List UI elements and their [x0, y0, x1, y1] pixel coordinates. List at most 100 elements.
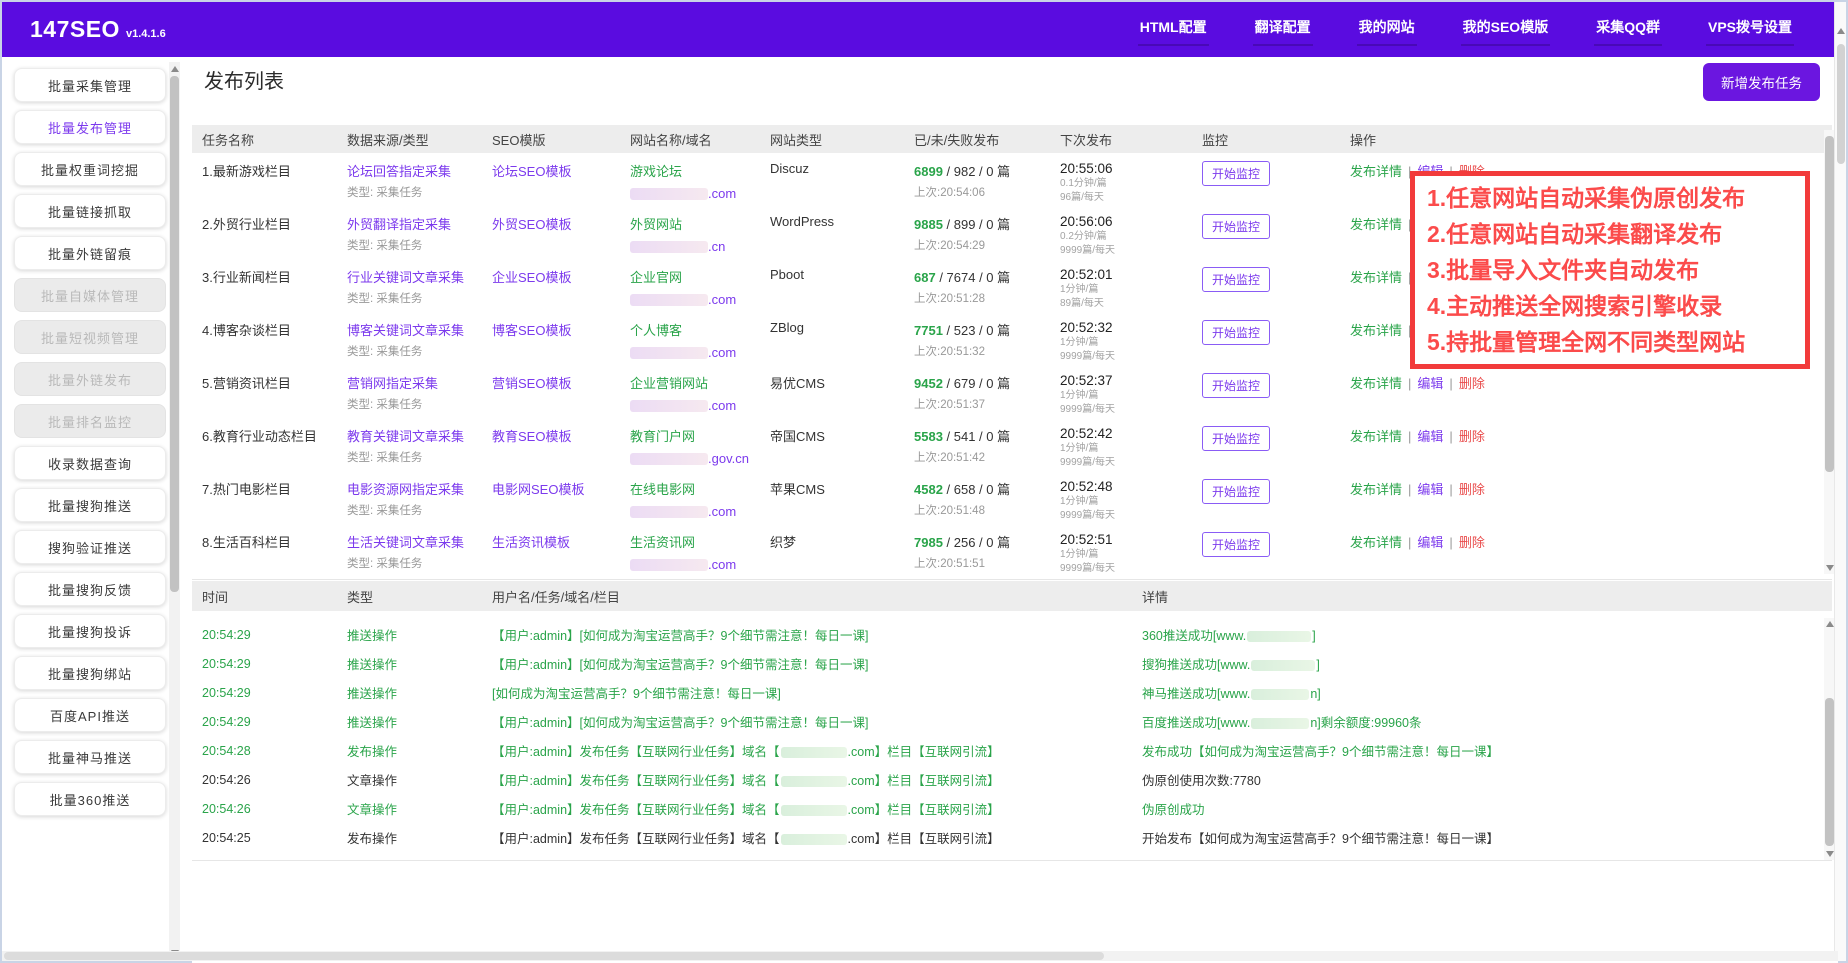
- last-publish-time: 上次:20:51:51: [914, 555, 1060, 571]
- delete-link[interactable]: 删除: [1459, 376, 1485, 391]
- page-scrollbar[interactable]: [1834, 2, 1846, 961]
- sidebar-item[interactable]: 批量采集管理: [14, 68, 166, 102]
- task-name: 4.博客杂谈栏目: [202, 320, 347, 365]
- log-task-text: 【用户:admin】[如何成为淘宝运营高手？9个细节需注意！每日一课]: [492, 716, 868, 730]
- scrollbar-thumb[interactable]: [170, 76, 179, 592]
- publish-detail-link[interactable]: 发布详情: [1350, 482, 1402, 497]
- source-link[interactable]: 教育关键词文章采集: [347, 426, 492, 445]
- edit-link[interactable]: 编辑: [1417, 429, 1443, 444]
- seo-template-link[interactable]: 论坛SEO模板: [492, 164, 571, 179]
- site-domain: .com: [630, 344, 770, 360]
- column-header: 网站类型: [770, 130, 914, 149]
- start-monitor-button[interactable]: 开始监控: [1202, 373, 1270, 398]
- publish-rate: 0.2分钟/篇: [1060, 231, 1202, 243]
- edit-link[interactable]: 编辑: [1417, 482, 1443, 497]
- action-separator: |: [1449, 482, 1452, 497]
- sidebar-item[interactable]: 批量搜狗投诉: [14, 614, 166, 648]
- sidebar-item[interactable]: 批量搜狗推送: [14, 488, 166, 522]
- source-link[interactable]: 博客关键词文章采集: [347, 320, 492, 339]
- scroll-up-arrow[interactable]: [1826, 621, 1834, 627]
- log-detail: 伪原创使用次数:7780: [1142, 770, 1824, 789]
- source-link[interactable]: 营销网指定采集: [347, 373, 492, 392]
- sidebar-item[interactable]: 批量搜狗反馈: [14, 572, 166, 606]
- scroll-down-arrow[interactable]: [1826, 565, 1834, 571]
- log-task: [如何成为淘宝运营高手？9个细节需注意！每日一课]: [492, 683, 1142, 702]
- seo-template-link[interactable]: 企业SEO模板: [492, 270, 571, 285]
- publish-detail-link[interactable]: 发布详情: [1350, 164, 1402, 179]
- sidebar-item[interactable]: 批量360推送: [14, 782, 166, 816]
- sidebar-item[interactable]: 批量外链留痕: [14, 236, 166, 270]
- start-monitor-button[interactable]: 开始监控: [1202, 214, 1270, 239]
- log-row: 20:54:26 文章操作 【用户:admin】发布任务【互联网行业任务】域名【…: [192, 794, 1824, 823]
- edit-link[interactable]: 编辑: [1417, 535, 1443, 550]
- scrollbar-thumb[interactable]: [1825, 136, 1834, 472]
- daily-limit: 9999篇/每天: [1060, 457, 1202, 469]
- start-monitor-button[interactable]: 开始监控: [1202, 479, 1270, 504]
- start-monitor-button[interactable]: 开始监控: [1202, 320, 1270, 345]
- publish-detail-link[interactable]: 发布详情: [1350, 270, 1402, 285]
- sidebar-item[interactable]: 批量外链发布: [14, 362, 166, 396]
- daily-limit: 9999篇/每天: [1060, 563, 1202, 575]
- delete-link[interactable]: 删除: [1459, 482, 1485, 497]
- source-link[interactable]: 生活关键词文章采集: [347, 532, 492, 551]
- start-monitor-button[interactable]: 开始监控: [1202, 532, 1270, 557]
- scroll-up-arrow[interactable]: [1837, 28, 1845, 34]
- domain-suffix: .com: [708, 557, 736, 572]
- nav-item[interactable]: 翻译配置: [1253, 13, 1313, 46]
- sidebar-item[interactable]: 批量短视频管理: [14, 320, 166, 354]
- nav-item[interactable]: HTML配置: [1138, 13, 1209, 46]
- publish-detail-link[interactable]: 发布详情: [1350, 535, 1402, 550]
- nav-item[interactable]: 我的SEO模版: [1461, 13, 1551, 46]
- source-link[interactable]: 电影资源网指定采集: [347, 479, 492, 498]
- seo-template-link[interactable]: 营销SEO模板: [492, 376, 571, 391]
- nav-item[interactable]: VPS拨号设置: [1706, 13, 1794, 46]
- publish-rate: 1分钟/篇: [1060, 549, 1202, 561]
- seo-template-link[interactable]: 外贸SEO模板: [492, 217, 571, 232]
- log-time: 20:54:29: [202, 686, 347, 700]
- publish-detail-link[interactable]: 发布详情: [1350, 429, 1402, 444]
- publish-detail-link[interactable]: 发布详情: [1350, 217, 1402, 232]
- delete-link[interactable]: 删除: [1459, 429, 1485, 444]
- nav-item[interactable]: 采集QQ群: [1594, 13, 1662, 46]
- site-domain: .com: [630, 185, 770, 201]
- start-monitor-button[interactable]: 开始监控: [1202, 426, 1270, 451]
- seo-template-link[interactable]: 博客SEO模板: [492, 323, 571, 338]
- sidebar-item[interactable]: 批量自媒体管理: [14, 278, 166, 312]
- horizontal-scrollbar[interactable]: [2, 951, 1838, 961]
- sidebar-item[interactable]: 批量排名监控: [14, 404, 166, 438]
- sidebar-item[interactable]: 批量权重词挖掘: [14, 152, 166, 186]
- sidebar-item[interactable]: 百度API推送: [14, 698, 166, 732]
- seo-template-link[interactable]: 电影网SEO模板: [492, 482, 584, 497]
- scrollbar-thumb[interactable]: [4, 952, 1104, 960]
- new-publish-task-button[interactable]: 新增发布任务: [1703, 63, 1820, 101]
- source-link[interactable]: 行业关键词文章采集: [347, 267, 492, 286]
- edit-link[interactable]: 编辑: [1417, 376, 1443, 391]
- scrollbar-thumb[interactable]: [1837, 44, 1845, 164]
- redacted-domain: [630, 453, 708, 465]
- sidebar-scrollbar[interactable]: [169, 62, 180, 960]
- scrollbar-thumb[interactable]: [1825, 698, 1834, 846]
- seo-template-link[interactable]: 生活资讯模板: [492, 535, 570, 550]
- publish-detail-link[interactable]: 发布详情: [1350, 376, 1402, 391]
- log-type: 推送操作: [347, 683, 492, 702]
- site-name: 外贸网站: [630, 214, 770, 233]
- source-link[interactable]: 外贸翻译指定采集: [347, 214, 492, 233]
- next-publish-time: 20:52:01: [1060, 267, 1202, 282]
- sidebar-item[interactable]: 收录数据查询: [14, 446, 166, 480]
- sidebar-item[interactable]: 批量神马推送: [14, 740, 166, 774]
- scroll-down-arrow[interactable]: [1826, 851, 1834, 857]
- source-link[interactable]: 论坛回答指定采集: [347, 161, 492, 180]
- scroll-up-arrow[interactable]: [171, 66, 179, 72]
- start-monitor-button[interactable]: 开始监控: [1202, 161, 1270, 186]
- publish-detail-link[interactable]: 发布详情: [1350, 323, 1402, 338]
- domain-suffix: .gov.cn: [708, 451, 749, 466]
- start-monitor-button[interactable]: 开始监控: [1202, 267, 1270, 292]
- sidebar-item[interactable]: 批量发布管理: [14, 110, 166, 144]
- seo-template-link[interactable]: 教育SEO模板: [492, 429, 571, 444]
- published-count: 7751: [914, 323, 943, 338]
- sidebar-item[interactable]: 批量搜狗绑站: [14, 656, 166, 690]
- sidebar-item[interactable]: 搜狗验证推送: [14, 530, 166, 564]
- delete-link[interactable]: 删除: [1459, 535, 1485, 550]
- nav-item[interactable]: 我的网站: [1357, 13, 1417, 46]
- sidebar-item[interactable]: 批量链接抓取: [14, 194, 166, 228]
